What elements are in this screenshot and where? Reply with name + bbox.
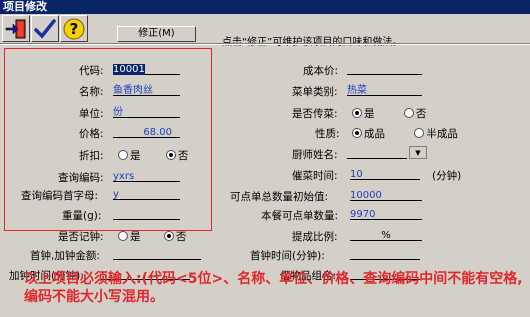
- clock-no-option[interactable]: 否: [163, 231, 186, 243]
- help-button[interactable]: ?: [60, 15, 88, 42]
- urge-time-field[interactable]: 10: [350, 167, 420, 180]
- radio-checked-icon: [352, 108, 362, 118]
- transfer-yes-option[interactable]: 是: [352, 108, 375, 120]
- code-label: 代码:: [79, 65, 104, 77]
- radio-checked-icon: [165, 150, 176, 160]
- menu-category-field[interactable]: 热菜: [347, 83, 422, 96]
- commission-field[interactable]: %: [350, 228, 422, 241]
- radio-icon: [414, 128, 425, 138]
- discount-radio-group: 是 否: [118, 148, 198, 163]
- name-field[interactable]: 鱼香肉丝: [113, 83, 180, 96]
- dropdown-arrow-icon: ▼: [410, 147, 426, 158]
- unit-value: 份: [113, 107, 123, 118]
- sellable-init-field[interactable]: 10000: [350, 188, 422, 201]
- transfer-no-option[interactable]: 否: [403, 108, 426, 120]
- clock-label: 是否记钟:: [58, 231, 104, 243]
- chef-dropdown[interactable]: ▼: [409, 146, 427, 159]
- query-code-value: yxrs: [113, 171, 135, 182]
- chef-label: 厨师姓名:: [292, 149, 338, 161]
- sellable-now-field[interactable]: 9970: [350, 207, 422, 220]
- radio-checked-icon: [163, 231, 174, 241]
- query-initial-field[interactable]: y: [113, 187, 180, 200]
- first-clock-time-label: 首钟时间(分钟):: [250, 250, 325, 262]
- urge-time-unit: (分钟): [432, 170, 462, 182]
- query-initial-label: 查询编码首字母:: [21, 190, 99, 202]
- nature-radio-group: 成品 半成品: [352, 126, 468, 141]
- radio-icon: [118, 150, 128, 160]
- help-question-icon: ?: [63, 18, 85, 39]
- first-clock-label: 首钟,加钟金额:: [30, 250, 100, 262]
- svg-text:?: ?: [70, 20, 79, 38]
- checkmark-icon: [34, 18, 56, 39]
- exit-icon: [5, 19, 26, 38]
- unit-field[interactable]: 份: [113, 105, 180, 118]
- radio-icon: [403, 108, 414, 118]
- code-value: 10001: [113, 64, 145, 75]
- code-field[interactable]: 10001: [113, 62, 180, 75]
- discount-label: 折扣:: [79, 150, 104, 162]
- name-label: 名称:: [79, 86, 104, 98]
- sellable-now-label: 本餐可点单数量:: [261, 210, 339, 222]
- chef-field[interactable]: [347, 146, 407, 159]
- query-initial-value: y: [113, 189, 119, 200]
- clock-radio-group: 是 否: [118, 229, 196, 244]
- exit-button[interactable]: [2, 15, 30, 42]
- weight-label: 重量(g):: [62, 210, 102, 222]
- urge-time-value: 10: [350, 169, 363, 180]
- discount-no-option[interactable]: 否: [165, 150, 188, 162]
- nature-semi-option[interactable]: 半成品: [414, 128, 458, 140]
- price-value: 68.00: [143, 127, 172, 138]
- urge-time-label: 催菜时间:: [292, 170, 338, 182]
- modify-hint: 点击“修正”可维护该项目的口味和做法。: [222, 37, 403, 48]
- query-code-label: 查询编码:: [58, 172, 104, 184]
- commission-label: 提成比例:: [292, 231, 338, 243]
- required-fields-highlight: [4, 48, 212, 231]
- sellable-init-value: 10000: [350, 190, 382, 201]
- menu-category-label: 菜单类别:: [292, 86, 338, 98]
- price-field[interactable]: 68.00: [113, 125, 180, 138]
- required-fields-note: 以上项目必须输入:(代码<5位>、名称、单位、价格、查询编码中间不能有空格,编码…: [24, 271, 523, 305]
- sellable-init-label: 可点单总数量初始值:: [230, 191, 329, 203]
- discount-yes-option[interactable]: 是: [118, 150, 141, 162]
- first-clock-time-field[interactable]: [350, 247, 420, 260]
- cost-price-label: 成本价:: [303, 65, 339, 77]
- first-clock-field[interactable]: [113, 247, 201, 260]
- commission-value: %: [381, 230, 391, 241]
- menu-category-value: 热菜: [347, 85, 367, 96]
- transfer-radio-group: 是 否: [352, 106, 436, 121]
- price-label: 价格:: [79, 128, 104, 140]
- unit-label: 单位:: [79, 108, 104, 120]
- weight-field[interactable]: [113, 207, 180, 220]
- transfer-label: 是否传菜:: [292, 108, 338, 120]
- clock-yes-option[interactable]: 是: [118, 231, 141, 243]
- radio-checked-icon: [352, 128, 362, 138]
- name-value: 鱼香肉丝: [113, 85, 153, 96]
- confirm-button[interactable]: [31, 15, 59, 42]
- modify-button[interactable]: 修正(M): [117, 26, 196, 42]
- nature-finished-option[interactable]: 成品: [352, 128, 385, 140]
- query-code-field[interactable]: yxrs: [113, 169, 180, 182]
- radio-icon: [118, 231, 128, 241]
- toolbar-divider: [0, 43, 530, 45]
- cost-price-field[interactable]: [347, 62, 422, 75]
- nature-label: 性质:: [315, 128, 340, 140]
- window-title: 项目修改: [0, 0, 530, 14]
- sellable-now-value: 9970: [350, 209, 376, 220]
